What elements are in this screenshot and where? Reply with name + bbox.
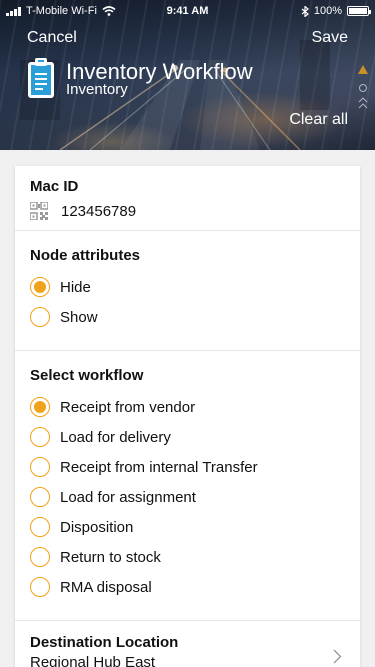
clear-all-button[interactable]: Clear all [289, 111, 348, 129]
workflow-option[interactable]: Receipt from vendor [30, 392, 345, 422]
scroll-indicator-icons [358, 65, 368, 109]
radio-unselected-icon[interactable] [30, 427, 50, 447]
mac-id-label: Mac ID [30, 178, 79, 195]
node-attributes-label: Node attributes [30, 247, 141, 264]
workflow-option-label: Load for assignment [60, 488, 196, 506]
destination-location-value: Regional Hub East [30, 654, 156, 667]
workflow-option[interactable]: Load for assignment [30, 482, 345, 512]
battery-icon [347, 6, 371, 16]
workflow-option[interactable]: Disposition [30, 512, 345, 542]
workflow-section: Select workflow Receipt from vendor Load … [15, 351, 360, 621]
page-subtitle: Inventory [66, 81, 128, 98]
clipboard-icon [28, 58, 54, 98]
radio-unselected-icon[interactable] [30, 517, 50, 537]
mac-id-section: Mac ID 123456789 [15, 166, 360, 231]
chevron-right-icon [333, 649, 342, 664]
destination-location-row[interactable]: Destination Location Regional Hub East [15, 621, 360, 667]
node-attributes-section: Node attributes Hide Show [15, 231, 360, 351]
radio-unselected-icon[interactable] [30, 487, 50, 507]
workflow-option-label: Receipt from internal Transfer [60, 458, 258, 476]
workflow-option-label: Disposition [60, 518, 134, 536]
node-attribute-option[interactable]: Hide [30, 272, 345, 302]
cancel-button[interactable]: Cancel [27, 29, 77, 47]
form-card: Mac ID 123456789 Node attributes Hide Sho… [15, 166, 360, 667]
radio-unselected-icon[interactable] [30, 307, 50, 327]
node-attribute-option-label: Hide [60, 278, 91, 296]
select-workflow-label: Select workflow [30, 367, 144, 384]
status-bar: T-Mobile Wi-Fi 9:41 AM 100% [0, 0, 375, 22]
radio-selected-icon[interactable] [30, 277, 50, 297]
radio-unselected-icon[interactable] [30, 577, 50, 597]
radio-unselected-icon[interactable] [30, 457, 50, 477]
workflow-option[interactable]: Load for delivery [30, 422, 345, 452]
workflow-option-label: Return to stock [60, 548, 161, 566]
workflow-option[interactable]: RMA disposal [30, 572, 345, 602]
battery-percent: 100% [313, 5, 342, 17]
radio-selected-icon[interactable] [30, 397, 50, 417]
workflow-option-label: Load for delivery [60, 428, 171, 446]
workflow-option[interactable]: Receipt from internal Transfer [30, 452, 345, 482]
workflow-option-label: RMA disposal [60, 578, 152, 596]
workflow-option[interactable]: Return to stock [30, 542, 345, 572]
save-button[interactable]: Save [312, 29, 348, 47]
bluetooth-icon [301, 5, 309, 17]
node-attribute-option-label: Show [60, 308, 98, 326]
radio-unselected-icon[interactable] [30, 547, 50, 567]
node-attribute-option[interactable]: Show [30, 302, 345, 332]
header: T-Mobile Wi-Fi 9:41 AM 100% Cancel Save … [0, 0, 375, 150]
mac-id-value: 123456789 [61, 202, 137, 220]
workflow-option-label: Receipt from vendor [60, 398, 196, 416]
destination-location-label: Destination Location [30, 634, 179, 651]
qr-code-icon[interactable] [30, 202, 48, 220]
